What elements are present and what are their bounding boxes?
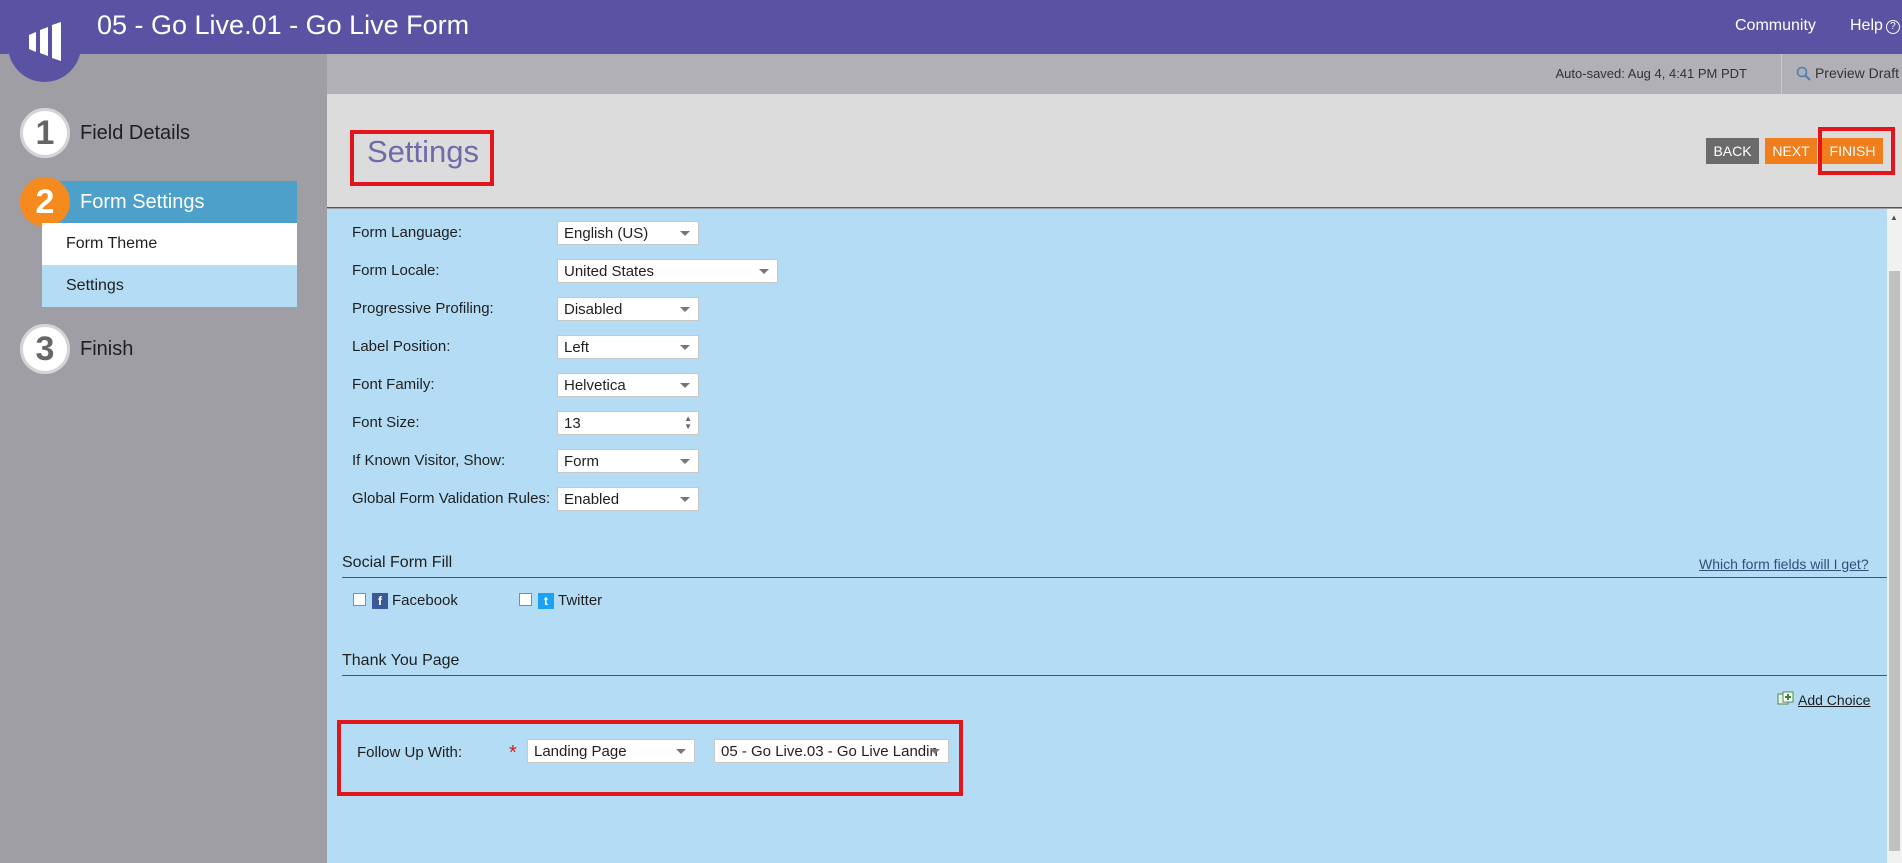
form-language-label: Form Language: — [352, 224, 463, 241]
step-label-form-settings: Form Settings — [80, 190, 205, 213]
required-indicator: * — [509, 742, 517, 764]
font-size-label: Font Size: — [352, 414, 420, 431]
scroll-thumb[interactable] — [1889, 271, 1900, 851]
known-visitor-value: Form — [564, 452, 599, 470]
step-number-2: 2 — [20, 177, 70, 227]
chevron-down-icon — [680, 459, 690, 464]
spinner-arrows-icon[interactable]: ▲ ▼ — [684, 415, 692, 431]
font-family-value: Helvetica — [564, 376, 626, 394]
validation-rules-value: Enabled — [564, 490, 620, 508]
thank-you-page-title: Thank You Page — [342, 652, 460, 669]
settings-header: Settings BACK NEXT FINISH — [327, 94, 1902, 208]
font-family-select[interactable]: Helvetica — [557, 373, 699, 397]
validation-rules-label: Global Form Validation Rules: — [352, 490, 551, 507]
form-language-value: English (US) — [564, 224, 649, 242]
twitter-label: Twitter — [558, 592, 603, 609]
community-link[interactable]: Community — [1735, 17, 1816, 35]
add-choice-icon[interactable] — [1777, 691, 1795, 707]
form-language-select[interactable]: English (US) — [557, 221, 699, 245]
twitter-checkbox[interactable] — [519, 593, 532, 606]
validation-rules-select[interactable]: Enabled — [557, 487, 699, 511]
label-position-select[interactable]: Left — [557, 335, 699, 359]
step-field-details[interactable]: 1 Field Details — [20, 108, 190, 158]
next-button[interactable]: NEXT — [1765, 138, 1817, 164]
social-form-fill-title: Social Form Fill — [342, 554, 453, 571]
page-title: Settings — [367, 134, 480, 169]
form-locale-label: Form Locale: — [352, 262, 440, 279]
label-position-label: Label Position: — [352, 338, 451, 355]
chevron-down-icon — [676, 749, 686, 754]
progressive-profiling-label: Progressive Profiling: — [352, 300, 494, 317]
which-fields-link[interactable]: Which form fields will I get? — [1699, 556, 1869, 572]
wizard-sidebar: 1 Field Details 2 Form Settings Form The… — [0, 54, 327, 863]
chevron-down-icon — [680, 497, 690, 502]
chevron-down-icon — [680, 383, 690, 388]
scroll-up-icon[interactable]: ▲ — [1890, 213, 1898, 222]
follow-up-page-value: 05 - Go Live.03 - Go Live Landin — [721, 742, 938, 760]
help-label: Help — [1850, 17, 1883, 34]
preview-draft-label: Preview Draft — [1814, 65, 1899, 81]
marketo-logo-icon[interactable] — [8, 0, 81, 82]
step-label-field-details: Field Details — [80, 121, 191, 144]
step-finish[interactable]: 3 Finish — [20, 324, 133, 374]
back-button[interactable]: BACK — [1706, 138, 1759, 164]
progressive-profiling-select[interactable]: Disabled — [557, 297, 699, 321]
chevron-down-icon — [930, 749, 940, 754]
follow-up-type-select[interactable]: Landing Page — [527, 739, 695, 763]
facebook-label: Facebook — [392, 592, 458, 609]
font-size-stepper[interactable]: 13 ▲ ▼ — [557, 411, 699, 435]
label-position-value: Left — [564, 338, 590, 356]
finish-button[interactable]: FINISH — [1822, 138, 1883, 164]
chevron-down-icon — [680, 231, 690, 236]
step-form-settings[interactable]: 2 Form Settings — [20, 177, 204, 227]
follow-up-type-value: Landing Page — [534, 742, 627, 760]
facebook-checkbox[interactable] — [353, 593, 366, 606]
top-bar: 05 - Go Live.01 - Go Live Form Community… — [0, 0, 1902, 82]
form-locale-value: United States — [564, 262, 655, 280]
section-divider — [342, 577, 1887, 578]
step-number-3: 3 — [20, 324, 70, 374]
known-visitor-label: If Known Visitor, Show: — [352, 452, 506, 469]
step-label-finish: Finish — [80, 337, 134, 360]
section-divider — [342, 675, 1887, 676]
twitter-icon: t — [538, 593, 554, 609]
font-family-label: Font Family: — [352, 376, 435, 393]
follow-up-label: Follow Up With: — [357, 744, 463, 761]
preview-draft-button[interactable]: Preview Draft — [1796, 65, 1899, 81]
font-size-value: 13 — [564, 414, 581, 432]
settings-content: Form Language: English (US) Form Locale:… — [327, 209, 1887, 863]
help-icon: ? — [1885, 20, 1900, 34]
chevron-down-icon — [680, 345, 690, 350]
autosave-toolbar: Auto-saved: Aug 4, 4:41 PM PDT Preview D… — [327, 54, 1902, 94]
known-visitor-select[interactable]: Form — [557, 449, 699, 473]
toolbar-divider — [1781, 54, 1782, 94]
facebook-icon: f — [372, 593, 388, 609]
app-title: 05 - Go Live.01 - Go Live Form — [97, 10, 470, 40]
add-choice-link[interactable]: Add Choice — [1798, 692, 1870, 708]
substep-form-theme[interactable]: Form Theme — [42, 223, 297, 265]
substep-settings[interactable]: Settings — [42, 265, 297, 307]
chevron-down-icon — [680, 307, 690, 312]
autosave-status: Auto-saved: Aug 4, 4:41 PM PDT — [1555, 66, 1748, 81]
magnifier-icon — [1796, 66, 1811, 81]
form-locale-select[interactable]: United States — [557, 259, 778, 283]
chevron-down-icon — [759, 269, 769, 274]
help-link[interactable]: Help? — [1850, 17, 1900, 35]
step-number-1: 1 — [20, 108, 70, 158]
logo-bars-icon — [28, 22, 61, 61]
follow-up-page-select[interactable]: 05 - Go Live.03 - Go Live Landin — [714, 739, 949, 763]
progressive-profiling-value: Disabled — [564, 300, 623, 318]
content-scrollbar[interactable]: ▲ — [1887, 209, 1902, 863]
